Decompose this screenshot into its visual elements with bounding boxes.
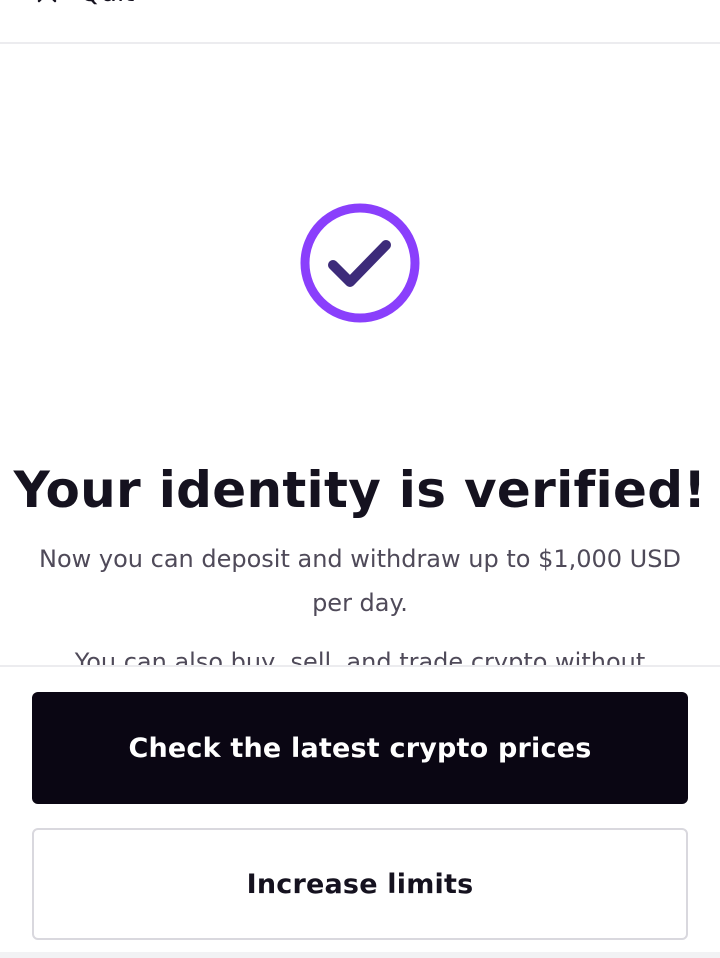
check-prices-button[interactable]: Check the latest crypto prices (32, 692, 688, 804)
verification-success-screen: Quit Your identity is verified! Now you … (0, 0, 720, 958)
increase-limits-button[interactable]: Increase limits (32, 828, 688, 940)
top-bar: Quit (0, 0, 720, 44)
page-title: Your identity is verified! (13, 461, 707, 519)
quit-button[interactable]: Quit (36, 0, 134, 8)
check-circle-icon (298, 201, 422, 325)
limit-description: Now you can deposit and withdraw up to $… (39, 545, 681, 617)
close-icon (36, 0, 58, 4)
action-sheet: Check the latest crypto prices Increase … (0, 665, 720, 958)
quit-label: Quit (80, 0, 134, 8)
bottom-divider (0, 952, 720, 958)
